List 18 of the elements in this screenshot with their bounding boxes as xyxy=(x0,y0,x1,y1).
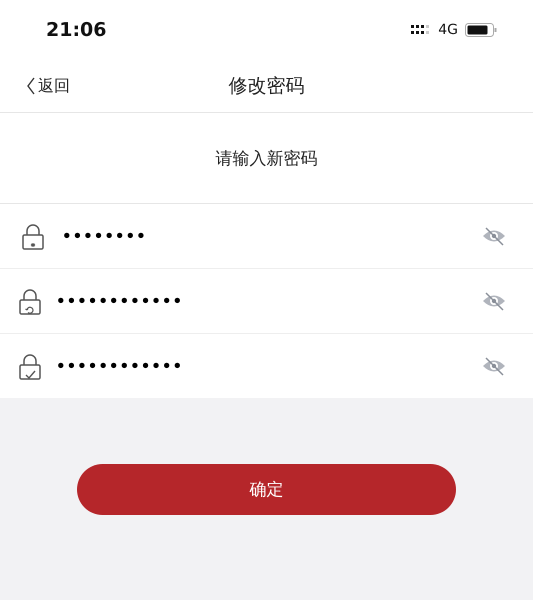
password-field[interactable]: •••••••• xyxy=(60,226,481,246)
prompt-text: 请输入新密码 xyxy=(216,148,318,170)
chevron-left-icon xyxy=(26,77,36,95)
visibility-toggle[interactable] xyxy=(481,291,507,311)
eye-off-icon xyxy=(481,356,507,376)
network-label: 4G xyxy=(438,22,458,38)
confirm-button[interactable]: 确定 xyxy=(77,464,456,515)
eye-off-icon xyxy=(481,291,507,311)
signal-icon xyxy=(411,24,432,36)
page-title: 修改密码 xyxy=(228,74,304,99)
password-field[interactable]: •••••••••••• xyxy=(54,356,481,376)
visibility-toggle[interactable] xyxy=(481,356,507,376)
battery-icon xyxy=(465,23,497,37)
status-time: 21:06 xyxy=(46,19,106,41)
password-field[interactable]: •••••••••••• xyxy=(54,291,481,311)
visibility-toggle[interactable] xyxy=(481,226,507,246)
eye-off-icon xyxy=(481,226,507,246)
back-button[interactable]: 返回 xyxy=(0,76,70,96)
